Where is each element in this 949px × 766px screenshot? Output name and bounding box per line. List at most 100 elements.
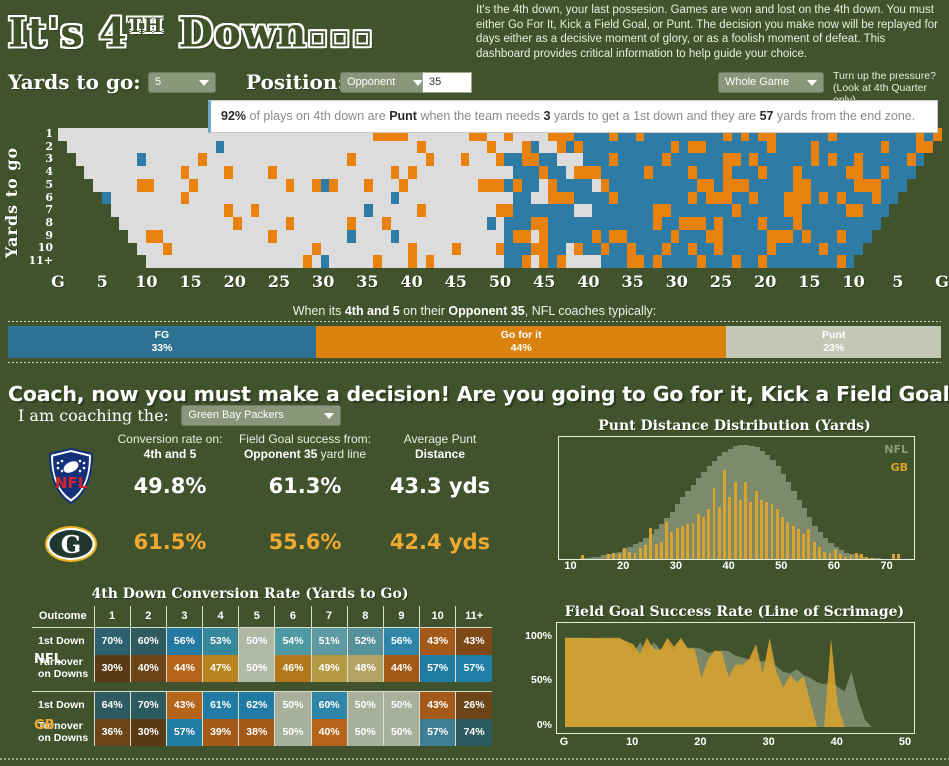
heatmap-cell (714, 153, 724, 167)
punt-bar-gb (896, 554, 900, 559)
heatmap-column[interactable] (714, 128, 724, 269)
heatmap-cell (215, 166, 225, 180)
table-cell: 64% (93, 690, 131, 719)
fg-y-tick: 50% (530, 674, 552, 687)
heatmap-cell (276, 229, 286, 243)
punt-bar-gb (738, 499, 742, 559)
heatmap-y-tick: 4 (45, 165, 53, 179)
heatmap-cell (880, 242, 890, 256)
stack-segment-pct: 33% (151, 342, 173, 354)
title-superscript: TH (127, 13, 164, 37)
heatmap-cell (880, 255, 890, 269)
field-goal-chart[interactable] (556, 622, 915, 734)
heatmap-cell (828, 140, 838, 154)
period-select[interactable]: Whole Game (718, 72, 824, 93)
punt-bar-gb (659, 541, 663, 559)
heatmap-column[interactable] (775, 128, 785, 269)
heatmap-column[interactable] (828, 128, 838, 269)
caption-pre: When its (292, 304, 345, 318)
heatmap-column[interactable] (215, 128, 225, 269)
stack-segment-go-for-it[interactable]: Go for it 44% (315, 326, 727, 358)
punt-bar-gb (823, 551, 827, 559)
tooltip-pct: 92% (221, 109, 247, 123)
punt-bar-gb (796, 529, 800, 559)
table-cell: 30% (93, 654, 131, 682)
table-col-header: 4 (202, 606, 239, 627)
heatmap-cell (276, 153, 286, 167)
heatmap-cell (110, 166, 120, 180)
heatmap-y-ticks: 1 2 3 4 5 6 7 8 9 10 11+ (26, 127, 56, 268)
team-select[interactable]: Green Bay Packers (181, 405, 342, 426)
heatmap-cell (609, 217, 619, 231)
heatmap-cell (548, 140, 558, 154)
heatmap-cell (609, 229, 619, 243)
heatmap-cell (933, 204, 943, 218)
table-cell: 38% (238, 718, 275, 746)
heatmap-x-tick: 45 (533, 272, 556, 291)
heatmap-column[interactable] (276, 128, 286, 269)
heatmap-cell (215, 204, 225, 218)
table-cell: 50% (346, 718, 384, 746)
heatmap-cell (495, 204, 505, 218)
table-cell: 43% (419, 626, 456, 655)
tooltip-text-1: of plays on 4th down are (246, 109, 390, 123)
heatmap-column[interactable] (163, 128, 173, 269)
table-cell: 50% (274, 690, 312, 719)
heatmap-cell (714, 178, 724, 192)
table-cell: 50% (238, 626, 275, 655)
heatmap-column[interactable] (329, 128, 339, 269)
heatmap-cell (609, 178, 619, 192)
position-yard-input[interactable]: 35 (422, 72, 472, 93)
table-row-label: 1st Down (32, 626, 94, 655)
heatmap-column[interactable] (548, 128, 558, 269)
heatmap-cell (775, 255, 785, 269)
heatmap-column[interactable] (443, 128, 453, 269)
punt-x-tick: 10 (564, 560, 577, 572)
punt-bar-gb (707, 509, 711, 559)
heatmap-column[interactable] (110, 128, 120, 269)
table-cell: 43% (455, 626, 492, 655)
header: It's 4TH Down▫▫▫ It's the 4th down, your… (0, 0, 949, 66)
heatmap-column[interactable] (880, 128, 890, 269)
fg-x-tick: 50 (898, 736, 912, 748)
heatmap-cell (443, 166, 453, 180)
coaching-row: I am coaching the: Green Bay Packers (18, 405, 342, 426)
punt-distance-chart[interactable]: NFL GB (558, 436, 915, 560)
punt-bar-gb (649, 528, 653, 559)
punt-bar-gb (680, 525, 684, 559)
table-cell: 46% (274, 654, 312, 682)
yards-to-go-select[interactable]: 5 (148, 72, 216, 93)
heatmap-column[interactable] (495, 128, 505, 269)
heatmap-plot[interactable] (58, 128, 943, 269)
heatmap-cell (381, 217, 391, 231)
punt-bar-gb (754, 490, 758, 559)
heatmap-cell (775, 217, 785, 231)
heatmap-column[interactable] (661, 128, 672, 269)
heatmap-cell (443, 140, 453, 154)
fg-x-tick: 40 (830, 736, 843, 748)
heatmap-cell (163, 255, 173, 269)
heatmap-cell (775, 204, 785, 218)
position-label: Position: (246, 70, 345, 94)
punt-bar-gb (891, 554, 895, 559)
heatmap-x-tick: G (935, 272, 949, 291)
caption-mid: on their (399, 304, 449, 318)
heatmap-x-tick: 35 (621, 272, 644, 291)
fg-x-axis: G 10 20 30 40 50 (556, 736, 915, 754)
heatmap-column[interactable] (609, 128, 619, 269)
table-col-header: 9 (382, 606, 420, 627)
heatmap-cell (276, 191, 286, 205)
table-group-spacer (32, 682, 492, 692)
punt-bar-gb (665, 521, 669, 559)
punt-bar-gb (791, 525, 795, 559)
heatmap-column[interactable] (933, 128, 943, 269)
heatmap-cell (163, 242, 173, 256)
position-select[interactable]: Opponent (340, 72, 430, 93)
punt-bar-gb (744, 482, 748, 559)
heatmap-column[interactable] (381, 128, 391, 269)
stack-segment-punt[interactable]: Punt 23% (726, 326, 941, 358)
stack-segment-fg[interactable]: FG 33% (8, 326, 316, 358)
heatmap-x-tick: 40 (400, 272, 423, 291)
heatmap-cell (714, 140, 724, 154)
table-cell: 50% (382, 718, 420, 746)
